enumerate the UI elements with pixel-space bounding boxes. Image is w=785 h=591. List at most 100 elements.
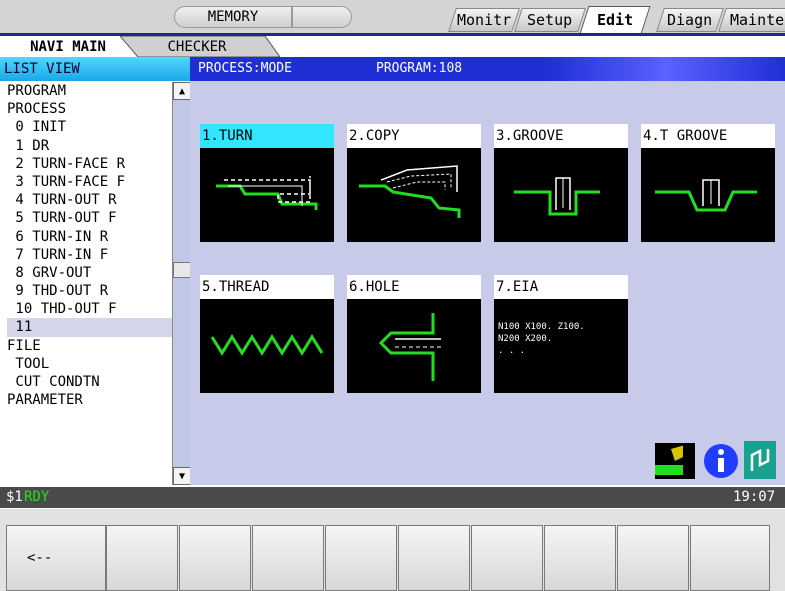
list-item[interactable]: 5 TURN-OUT F	[7, 209, 172, 227]
process-label-eia: 7.EIA	[494, 275, 628, 299]
clock-display: 19:07	[733, 489, 776, 505]
system-label: $1	[6, 489, 23, 505]
tab-navi-main[interactable]: NAVI MAIN	[8, 36, 128, 57]
process-card-thread[interactable]: 5.THREAD	[200, 275, 334, 393]
hole-diagram	[347, 299, 481, 393]
turn-diagram	[200, 148, 334, 242]
process-card-hole[interactable]: 6.HOLE	[347, 275, 481, 393]
list-item[interactable]: PROGRAM	[7, 82, 172, 100]
tab-navi-main-label: NAVI MAIN	[30, 38, 106, 55]
copy-path-icon	[359, 165, 461, 218]
process-label-hole: 6.HOLE	[347, 275, 481, 299]
tab-diagn[interactable]: Diagn	[656, 8, 724, 32]
hole-path-icon	[378, 313, 441, 381]
process-card-t-groove[interactable]: 4.T GROOVE	[641, 124, 775, 242]
status-bar: $1 RDY 19:07	[0, 487, 785, 508]
process-selection-area: 1.TURN 2.COPY 3.GROOVE 4.T GROOVE 5.THRE…	[190, 81, 785, 485]
tab-checker[interactable]: CHECKER	[138, 36, 256, 57]
process-card-groove[interactable]: 3.GROOVE	[494, 124, 628, 242]
copy-diagram	[347, 148, 481, 242]
thread-path-icon	[210, 334, 324, 356]
process-label-t-groove: 4.T GROOVE	[641, 124, 775, 148]
help-guide-icon[interactable]	[744, 441, 776, 479]
list-item[interactable]: 10 THD-OUT F	[7, 300, 172, 318]
groove-diagram	[494, 148, 628, 242]
tab-mainte[interactable]: Mainte	[718, 8, 785, 32]
eia-code-line: N200 X200.	[498, 334, 553, 344]
list-item[interactable]: 6 TURN-IN R	[7, 228, 172, 246]
list-margin	[0, 81, 7, 487]
mode-label: MEMORY	[207, 9, 259, 25]
top-bar: MEMORY Monitr Setup Edit Diagn Mainte	[0, 0, 785, 34]
eia-diagram: N100 X100. Z100. N200 X200. . . .	[494, 299, 628, 393]
list-item[interactable]: CUT CONDTN	[7, 373, 172, 391]
list-view-title: LIST VIEW	[4, 61, 80, 77]
list-item[interactable]: 2 TURN-FACE R	[7, 155, 172, 173]
tab-edit-label: Edit	[596, 11, 634, 29]
process-card-copy[interactable]: 2.COPY	[347, 124, 481, 242]
function-key-8[interactable]	[544, 525, 616, 591]
eia-code-line: N100 X100. Z100.	[498, 322, 585, 332]
mode-indicator: MEMORY	[174, 6, 292, 28]
tab-edit[interactable]: Edit	[579, 6, 651, 34]
list-item[interactable]: 9 THD-OUT R	[7, 282, 172, 300]
function-key-bar: <--	[0, 509, 785, 591]
process-header: PROCESS:MODE PROGRAM:108	[190, 57, 785, 81]
tab-setup-label: Setup	[527, 11, 573, 29]
process-card-eia[interactable]: 7.EIA N100 X100. Z100. N200 X200. . . .	[494, 275, 628, 393]
function-key-2[interactable]	[106, 525, 178, 591]
process-label-turn: 1.TURN	[200, 124, 334, 148]
t-groove-path-icon	[655, 179, 757, 212]
function-key-label: <--	[27, 550, 53, 566]
mode-indicator-blank	[292, 6, 352, 28]
ready-status: RDY	[24, 489, 50, 505]
sub-tab-bar: NAVI MAIN CHECKER	[0, 36, 785, 57]
tab-diagn-label: Diagn	[667, 11, 713, 29]
list-item[interactable]: TOOL	[7, 355, 172, 373]
triangle-up-icon: ▲	[178, 85, 186, 97]
list-item[interactable]: PROCESS	[7, 100, 172, 118]
tab-mainte-label: Mainte	[729, 11, 785, 29]
tool-setting-icon[interactable]	[655, 443, 695, 479]
process-list[interactable]: PROGRAM PROCESS 0 INIT 1 DR 2 TURN-FACE R…	[7, 82, 172, 485]
tab-monitr-label: Monitr	[456, 11, 512, 29]
process-mode-label: PROCESS:MODE	[198, 61, 292, 76]
process-card-turn[interactable]: 1.TURN	[200, 124, 334, 242]
process-label-copy: 2.COPY	[347, 124, 481, 148]
list-item[interactable]: FILE	[7, 337, 172, 355]
function-key-7[interactable]	[471, 525, 543, 591]
list-item[interactable]: 11	[7, 318, 172, 337]
scroll-thumb[interactable]	[173, 262, 191, 278]
function-key-3[interactable]	[179, 525, 251, 591]
process-label-groove: 3.GROOVE	[494, 124, 628, 148]
list-item[interactable]: 4 TURN-OUT R	[7, 191, 172, 209]
turn-path-icon	[216, 176, 318, 210]
guide-icon-graphic	[750, 448, 770, 471]
list-view-header: LIST VIEW	[0, 57, 190, 81]
list-item[interactable]: 1 DR	[7, 137, 172, 155]
triangle-down-icon: ▼	[178, 470, 186, 482]
function-key-6[interactable]	[398, 525, 470, 591]
scroll-down-button[interactable]: ▼	[173, 467, 191, 485]
function-key-1[interactable]: <--	[6, 525, 106, 591]
function-key-9[interactable]	[617, 525, 689, 591]
list-item[interactable]: 8 GRV-OUT	[7, 264, 172, 282]
eia-code-line: . . .	[498, 346, 526, 356]
list-item[interactable]: 7 TURN-IN F	[7, 246, 172, 264]
groove-path-icon	[514, 177, 600, 216]
t-groove-diagram	[641, 148, 775, 242]
tab-checker-label: CHECKER	[167, 38, 227, 55]
thread-diagram	[200, 299, 334, 393]
list-item[interactable]: 0 INIT	[7, 118, 172, 136]
info-icon[interactable]	[703, 443, 739, 479]
scroll-up-button[interactable]: ▲	[173, 82, 191, 100]
list-item[interactable]: PARAMETER	[7, 391, 172, 409]
function-key-10[interactable]	[690, 525, 770, 591]
tab-setup[interactable]: Setup	[514, 8, 586, 32]
list-item[interactable]: 3 TURN-FACE F	[7, 173, 172, 191]
function-key-4[interactable]	[252, 525, 324, 591]
info-icon-graphic	[704, 444, 738, 478]
list-scrollbar[interactable]: ▲ ▼	[172, 82, 191, 485]
tab-monitr[interactable]: Monitr	[448, 8, 520, 32]
function-key-5[interactable]	[325, 525, 397, 591]
